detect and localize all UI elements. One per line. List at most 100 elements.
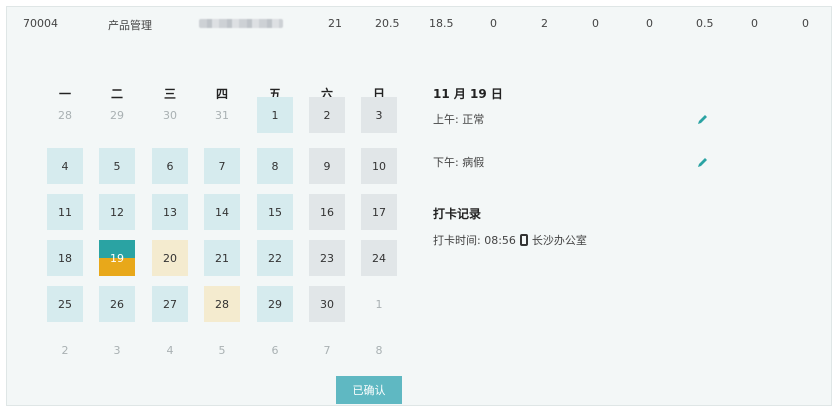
summary-value: 20.5 <box>375 17 400 30</box>
attendance-panel: 70004 产品管理 21 20.5 18.5 0 2 0 0 0.5 0 0 … <box>6 6 832 406</box>
calendar-day-outside-month: 7 <box>309 332 345 368</box>
calendar-day[interactable]: 27 <box>152 286 188 322</box>
calendar-day-number: 23 <box>320 251 334 265</box>
calendar-day-number: 5 <box>218 343 226 357</box>
calendar-day[interactable]: 26 <box>99 286 135 322</box>
calendar-day-number: 13 <box>163 205 177 219</box>
calendar-day[interactable]: 6 <box>152 148 188 184</box>
calendar-day[interactable]: 28 <box>204 286 240 322</box>
calendar-day-number: 24 <box>372 251 386 265</box>
calendar-day-outside-month: 29 <box>99 97 135 133</box>
calendar-day[interactable]: 30 <box>309 286 345 322</box>
calendar-day[interactable]: 14 <box>204 194 240 230</box>
calendar-day[interactable]: 15 <box>257 194 293 230</box>
calendar-day-number: 8 <box>271 159 279 173</box>
summary-value: 0 <box>802 17 809 30</box>
summary-value: 18.5 <box>429 17 454 30</box>
calendar-day[interactable]: 2 <box>309 97 345 133</box>
summary-value: 0.5 <box>696 17 714 30</box>
calendar-day-number: 31 <box>215 108 229 122</box>
calendar-day-number: 5 <box>113 159 121 173</box>
mobile-phone-icon <box>519 234 528 246</box>
calendar-day-number: 6 <box>166 159 174 173</box>
calendar-day-number: 2 <box>61 343 69 357</box>
calendar-day[interactable]: 8 <box>257 148 293 184</box>
selected-date-title: 11 月 19 日 <box>433 87 503 101</box>
calendar-day-number: 30 <box>320 297 334 311</box>
calendar-day-number: 7 <box>218 159 226 173</box>
calendar-day[interactable]: 11 <box>47 194 83 230</box>
calendar-day-outside-month: 6 <box>257 332 293 368</box>
calendar-day[interactable]: 3 <box>361 97 397 133</box>
calendar-day-number: 28 <box>215 297 229 311</box>
calendar-day[interactable]: 9 <box>309 148 345 184</box>
calendar-day-number: 1 <box>375 297 383 311</box>
calendar-day-number: 20 <box>163 251 177 265</box>
calendar-day[interactable]: 21 <box>204 240 240 276</box>
calendar-day[interactable]: 22 <box>257 240 293 276</box>
summary-value: 0 <box>751 17 758 30</box>
morning-status: 上午: 正常 <box>433 113 485 126</box>
calendar-day-number: 12 <box>110 205 124 219</box>
calendar-day[interactable]: 10 <box>361 148 397 184</box>
calendar-day-number: 30 <box>163 108 177 122</box>
calendar-day-number: 6 <box>271 343 279 357</box>
calendar-day-number: 9 <box>323 159 331 173</box>
summary-value: 0 <box>490 17 497 30</box>
pencil-icon[interactable] <box>696 154 710 168</box>
calendar-day-number: 14 <box>215 205 229 219</box>
calendar-day[interactable]: 12 <box>99 194 135 230</box>
afternoon-status: 下午: 病假 <box>433 156 485 169</box>
calendar-day-number: 15 <box>268 205 282 219</box>
pencil-icon[interactable] <box>696 111 710 125</box>
calendar-day-outside-month: 5 <box>204 332 240 368</box>
summary-value: 0 <box>646 17 653 30</box>
calendar-day[interactable]: 25 <box>47 286 83 322</box>
calendar-day-number: 25 <box>58 297 72 311</box>
calendar-day-outside-month: 2 <box>47 332 83 368</box>
calendar-day[interactable]: 4 <box>47 148 83 184</box>
summary-row: 70004 产品管理 21 20.5 18.5 0 2 0 0 0.5 0 0 <box>7 7 833 37</box>
calendar-day-outside-month: 8 <box>361 332 397 368</box>
calendar-day[interactable]: 5 <box>99 148 135 184</box>
employee-name-redacted <box>199 19 283 28</box>
punch-location: 长沙办公室 <box>531 234 587 247</box>
calendar-day[interactable]: 17 <box>361 194 397 230</box>
calendar-day-number: 26 <box>110 297 124 311</box>
calendar-day[interactable]: 18 <box>47 240 83 276</box>
calendar-day-number: 10 <box>372 159 386 173</box>
calendar-day[interactable]: 1 <box>257 97 293 133</box>
calendar-day-number: 18 <box>58 251 72 265</box>
calendar-day-number: 4 <box>61 159 69 173</box>
calendar-day-number: 27 <box>163 297 177 311</box>
department-name: 产品管理 <box>108 19 152 32</box>
calendar-day-number: 19 <box>110 251 124 265</box>
employee-id: 70004 <box>23 17 58 30</box>
calendar-day-number: 21 <box>215 251 229 265</box>
calendar-day[interactable]: 24 <box>361 240 397 276</box>
calendar-day-number: 7 <box>323 343 331 357</box>
calendar-day[interactable]: 13 <box>152 194 188 230</box>
calendar-day-number: 8 <box>375 343 383 357</box>
calendar-day[interactable]: 16 <box>309 194 345 230</box>
calendar-day-number: 29 <box>110 108 124 122</box>
confirmed-button[interactable]: 已确认 <box>336 376 402 404</box>
summary-value: 0 <box>592 17 599 30</box>
calendar-day[interactable]: 19 <box>99 240 135 276</box>
calendar-day-number: 28 <box>58 108 72 122</box>
calendar-day[interactable]: 20 <box>152 240 188 276</box>
calendar-day-number: 3 <box>113 343 121 357</box>
summary-value: 2 <box>541 17 548 30</box>
calendar-day-number: 3 <box>375 108 383 122</box>
calendar-day-number: 16 <box>320 205 334 219</box>
calendar-day[interactable]: 29 <box>257 286 293 322</box>
calendar-day[interactable]: 23 <box>309 240 345 276</box>
summary-value: 21 <box>328 17 342 30</box>
calendar-day-outside-month: 30 <box>152 97 188 133</box>
calendar-day[interactable]: 7 <box>204 148 240 184</box>
calendar-day-outside-month: 31 <box>204 97 240 133</box>
calendar-day-outside-month: 28 <box>47 97 83 133</box>
punch-record-title: 打卡记录 <box>433 207 482 221</box>
calendar-day-number: 29 <box>268 297 282 311</box>
punch-time: 打卡时间: 08:56 <box>433 234 516 247</box>
